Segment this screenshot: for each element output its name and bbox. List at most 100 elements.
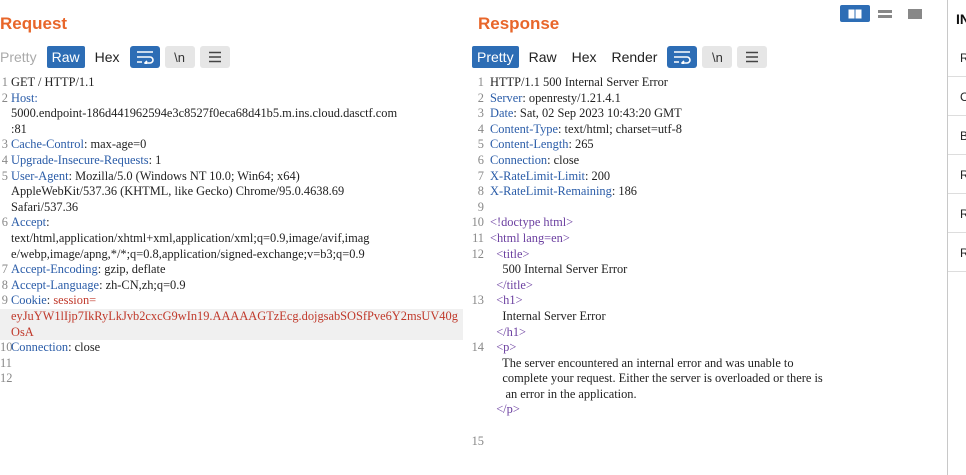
code-line: 15 (471, 434, 943, 450)
code-line: 13 <h1> (471, 293, 943, 309)
newline-toggle-button[interactable]: \n (164, 46, 195, 68)
line-number: 4 (477, 121, 484, 136)
line-text: Connection: close (11, 340, 100, 356)
request-tab-hex[interactable]: Hex (90, 46, 125, 68)
code-line: 3 Cache-Control: max-age=0 (0, 137, 463, 153)
header-name: Host: (11, 90, 38, 105)
code-line: 6 Connection: close (471, 153, 943, 169)
line-number: 2 (1, 90, 8, 105)
line-text: Content-Type: text/html; charset=utf-8 (490, 122, 682, 138)
columns-icon (848, 9, 862, 18)
response-newline-toggle-button[interactable]: \n (702, 46, 733, 68)
code-line: :81 (0, 122, 463, 138)
code-line: 3 Date: Sat, 02 Sep 2023 10:43:20 GMT (471, 106, 943, 122)
line-text: 500 Internal Server Error (490, 262, 627, 278)
response-tab-render[interactable]: Render (607, 46, 663, 68)
code-line: 10 <!doctype html> (471, 215, 943, 231)
inspector-row[interactable]: R (948, 234, 966, 272)
inspector-row-label: B (960, 129, 966, 143)
inspector-row[interactable]: B (948, 117, 966, 155)
line-number: 8 (477, 184, 484, 199)
line-text: Cookie: session= (11, 293, 96, 309)
layout-single-button[interactable] (900, 5, 930, 22)
layout-side-by-side-button[interactable] (840, 5, 870, 22)
code-token: GET / HTTP/1.1 (11, 75, 95, 89)
response-menu-button[interactable] (737, 46, 768, 68)
response-tab-raw[interactable]: Raw (524, 46, 562, 68)
line-number: 10 (471, 215, 484, 230)
request-tab-raw[interactable]: Raw (46, 46, 85, 68)
request-menu-button[interactable] (199, 46, 230, 68)
code-line: 9 Cookie: session= (0, 293, 463, 309)
single-pane-icon (908, 8, 922, 19)
code-token: : gzip, deflate (97, 262, 166, 277)
code-token: : Sat, 02 Sep 2023 10:43:20 GMT (513, 106, 682, 121)
line-text: X-RateLimit-Limit: 200 (490, 169, 610, 185)
response-tab-pretty[interactable]: Pretty (472, 46, 519, 68)
line-text: Cache-Control: max-age=0 (11, 137, 146, 153)
hamburger-menu-icon (746, 51, 759, 63)
code-line: 11 <html lang=en> (471, 231, 943, 247)
code-token: :81 (11, 121, 27, 136)
code-token: : close (547, 152, 580, 167)
line-text: </title> (490, 278, 533, 294)
line-text: Upgrade-Insecure-Requests: 1 (11, 153, 161, 169)
code-line: 6 Accept: (0, 215, 463, 231)
line-number: 8 (1, 277, 8, 292)
wrap-lines-button[interactable] (129, 46, 160, 68)
line-text: <p> (490, 340, 516, 356)
inspector-row[interactable]: C (948, 78, 966, 116)
line-number: 14 (471, 340, 484, 355)
line-text: AppleWebKit/537.36 (KHTML, like Gecko) C… (11, 184, 344, 200)
line-number: 1 (477, 75, 484, 89)
response-editor[interactable]: 1 HTTP/1.1 500 Internal Server Error 2 Serv… (471, 75, 943, 475)
code-token: Safari/537.36 (11, 199, 79, 214)
response-tab-hex[interactable]: Hex (567, 46, 602, 68)
line-number: 6 (1, 215, 8, 230)
header-name: Date (490, 106, 514, 121)
line-text: GET / HTTP/1.1 (11, 75, 94, 91)
code-line: </title> (471, 278, 943, 294)
code-token: : close (68, 340, 101, 355)
line-number: 3 (477, 106, 484, 121)
inspector-row-label: C (960, 90, 966, 104)
code-token: 5000.endpoint-186d441962594e3c8527f0eca6… (11, 106, 398, 121)
code-line: 9 (471, 200, 943, 216)
request-tab-pretty[interactable]: Pretty (0, 46, 42, 68)
code-line: complete your request. Either the server… (471, 371, 943, 387)
code-token: session= (53, 293, 97, 308)
line-text: 5000.endpoint-186d441962594e3c8527f0eca6… (11, 106, 397, 122)
response-toolbar: Pretty Raw Hex Render \n (472, 46, 768, 68)
code-token: complete your request. Either the server… (490, 371, 823, 386)
inspector-panel: IN R C B R R R ⋮ (947, 0, 966, 475)
request-panel: Request Pretty Raw Hex \n 1 GET / HTTP/1.… (0, 0, 463, 475)
header-name: Cache-Control (11, 137, 84, 152)
response-wrap-lines-button[interactable] (667, 46, 698, 68)
response-title: Response (478, 14, 560, 33)
request-editor[interactable]: 1 GET / HTTP/1.1 2 Host: 5000.endpoint-186d4… (0, 75, 463, 475)
code-token: <html lang=en> (490, 230, 570, 245)
request-toolbar: Pretty Raw Hex \n (0, 46, 230, 68)
code-token: <title> (490, 246, 530, 261)
code-line: Internal Server Error (471, 309, 943, 325)
inspector-row[interactable]: R (948, 195, 966, 233)
line-text: </p> (490, 402, 520, 418)
header-name: Upgrade-Insecure-Requests (11, 152, 149, 167)
inspector-row[interactable]: R (948, 39, 966, 77)
code-line: 2 Host: (0, 91, 463, 107)
inspector-row[interactable]: R (948, 156, 966, 194)
line-text: Accept-Encoding: gzip, deflate (11, 262, 165, 278)
request-title: Request (0, 14, 68, 33)
line-number: 11 (0, 355, 12, 370)
header-name: User-Agent (11, 168, 69, 183)
line-text: <h1> (490, 293, 522, 309)
layout-stacked-button[interactable] (870, 5, 900, 22)
code-token: <p> (490, 340, 517, 355)
code-line: an error in the application. (471, 387, 943, 403)
line-number: 4 (1, 152, 8, 167)
inspector-row-label: R (960, 168, 966, 182)
inspector-row-label: R (960, 207, 966, 221)
code-token: : 186 (611, 184, 637, 199)
inspector-resize-handle[interactable]: ⋮ (948, 427, 952, 437)
